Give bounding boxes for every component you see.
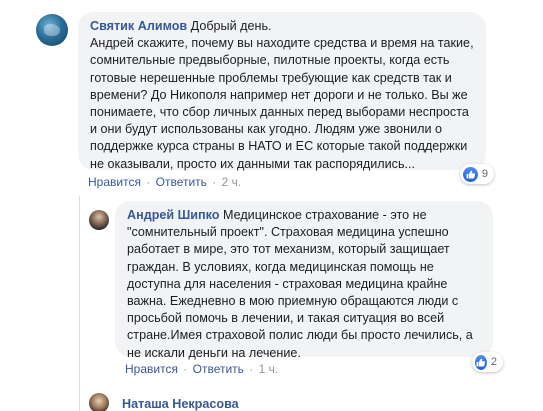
comment-first-line: Андрей Шипко Медицинское страхование - э… — [127, 207, 483, 224]
avatar[interactable] — [89, 393, 109, 411]
like-icon — [475, 354, 487, 370]
comment-text-line: сомнительные предвыборные, пилотные прое… — [90, 53, 450, 68]
comment-text-line: времени? До Никополя например нет дороги… — [90, 87, 468, 102]
comment-text-line: доступна для населения - страховая медиц… — [127, 276, 448, 291]
separator: · — [212, 175, 217, 189]
separator: · — [249, 362, 254, 376]
comment-text-line: работает в мире, это тот механизм, котор… — [127, 242, 450, 257]
reaction-count[interactable]: 9 — [460, 164, 494, 184]
comment-text-line: просьбой помочь в лечении, и такая ситуа… — [127, 311, 445, 326]
reply-bubble: Андрей Шипко Медицинское страхование - э… — [115, 201, 493, 360]
thread-line — [79, 196, 80, 411]
like-link[interactable]: Нравится — [88, 175, 141, 189]
comment-author[interactable]: Наташа Некрасова — [122, 397, 239, 411]
reaction-count[interactable]: 2 — [472, 352, 503, 372]
reply-link[interactable]: Ответить — [156, 175, 207, 189]
separator: · — [183, 362, 188, 376]
comment-actions: Нравится · Ответить · 1 ч. — [125, 362, 278, 376]
like-link[interactable]: Нравится — [125, 362, 178, 376]
comment-author[interactable]: Андрей Шипко — [127, 208, 219, 222]
comment-text-line: не искали деньги на лечение. — [127, 345, 301, 360]
avatar[interactable] — [36, 14, 68, 46]
comment-text-line: поддержке курса страны в НАТО и ЕС котор… — [90, 139, 468, 154]
comment-text-line: Медицинское страхование - это не — [222, 208, 427, 222]
reply-link[interactable]: Ответить — [193, 362, 244, 376]
comment-text-line: граждан. В условиях, когда медицинская п… — [127, 259, 434, 274]
reaction-number: 9 — [481, 168, 488, 180]
comment-text-line: Добрый день. — [190, 19, 272, 33]
comment-first-line: Святик Алимов Добрый день. — [90, 18, 476, 35]
timestamp[interactable]: 2 ч. — [222, 175, 242, 189]
comment-text-line: готовые нерешенные проблемы требующие ка… — [90, 70, 452, 85]
comment-author[interactable]: Святик Алимов — [90, 19, 187, 33]
comment-text-line: важна. Ежедневно в мою приемную обращают… — [127, 294, 459, 309]
comment-text-line: не оказывали, просто их данными так расп… — [90, 156, 416, 171]
comment-text-line: понимаете, что сбор личных данных перед … — [90, 105, 469, 120]
comment-text-line: "сомнительный проект". Страховая медицин… — [127, 225, 449, 240]
reaction-number: 2 — [490, 356, 497, 368]
comment-actions: Нравится · Ответить · 2 ч. — [88, 175, 241, 189]
like-icon — [463, 166, 478, 182]
timestamp[interactable]: 1 ч. — [259, 362, 279, 376]
comment-bubble: Святик Алимов Добрый день. Андрей скажит… — [78, 12, 486, 171]
comment-text-line: стране.Имея страховой полис люди бы прос… — [127, 328, 473, 343]
avatar[interactable] — [89, 210, 109, 230]
comment-text-line: и они будут использованы как угодно. Люд… — [90, 122, 443, 137]
separator: · — [146, 175, 151, 189]
comment-text-line: Андрей скажите, почему вы находите средс… — [90, 36, 474, 51]
